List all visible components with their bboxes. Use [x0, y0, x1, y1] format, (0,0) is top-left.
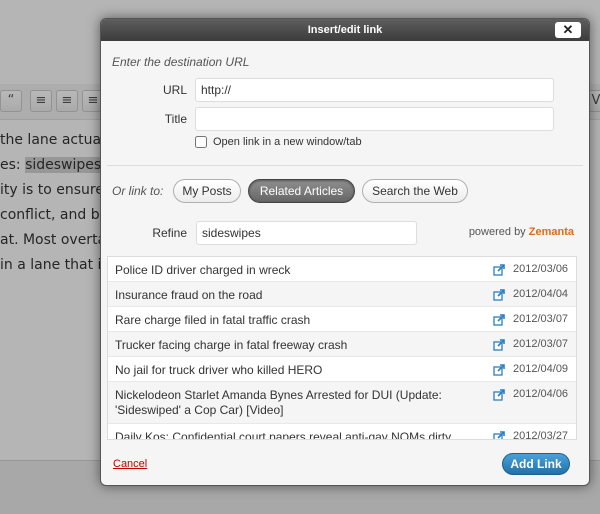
external-link-icon[interactable]	[493, 389, 505, 401]
result-date: 2012/03/07	[513, 313, 569, 325]
list-item[interactable]: Nickelodeon Starlet Amanda Bynes Arreste…	[108, 382, 576, 424]
close-icon[interactable]: ✕	[555, 22, 581, 38]
result-title: Nickelodeon Starlet Amanda Bynes Arreste…	[115, 388, 442, 417]
cancel-link[interactable]: Cancel	[113, 458, 147, 470]
related-articles-list[interactable]: Police ID driver charged in wreck 2012/03…	[107, 256, 577, 440]
zemanta-logo: Zemanta	[528, 226, 574, 238]
external-link-icon[interactable]	[493, 314, 505, 326]
open-new-window-checkbox[interactable]	[195, 136, 207, 148]
insert-link-dialog: Insert/edit link ✕ Enter the destination…	[100, 18, 590, 486]
result-title: Insurance fraud on the road	[115, 288, 263, 302]
powered-by: powered by Zemanta	[469, 226, 574, 238]
external-link-icon[interactable]	[493, 431, 505, 440]
external-link-icon[interactable]	[493, 289, 505, 301]
url-input[interactable]	[195, 78, 554, 102]
result-date: 2012/03/07	[513, 338, 569, 350]
open-new-window-label: Open link in a new window/tab	[213, 136, 362, 148]
add-link-button[interactable]: Add Link	[502, 453, 570, 475]
result-date: 2012/03/06	[513, 263, 569, 275]
powered-by-label: powered by	[468, 226, 526, 238]
result-title: Police ID driver charged in wreck	[115, 263, 291, 277]
result-title: Trucker facing charge in fatal freeway c…	[115, 338, 348, 352]
result-date: 2012/04/09	[513, 363, 569, 375]
open-new-window-row: Open link in a new window/tab	[195, 136, 362, 148]
url-label: URL	[162, 83, 187, 97]
dialog-titlebar: Insert/edit link ✕	[101, 19, 589, 41]
result-date: 2012/04/04	[513, 288, 569, 300]
tab-my-posts[interactable]: My Posts	[173, 179, 241, 203]
destination-label: Enter the destination URL	[112, 55, 250, 69]
refine-label: Refine	[152, 226, 187, 240]
list-item[interactable]: Police ID driver charged in wreck 2012/03…	[108, 257, 576, 282]
external-link-icon[interactable]	[493, 264, 505, 276]
or-link-label: Or link to:	[112, 184, 164, 198]
result-title: Daily Kos: Confidential court papers rev…	[115, 430, 452, 440]
dialog-title: Insert/edit link	[307, 24, 383, 36]
result-title: Rare charge filed in fatal traffic crash	[115, 313, 311, 327]
refine-input[interactable]	[196, 221, 417, 245]
tab-related-articles[interactable]: Related Articles	[248, 179, 355, 203]
result-date: 2012/03/27	[513, 430, 569, 440]
external-link-icon[interactable]	[493, 339, 505, 351]
title-input[interactable]	[195, 107, 554, 131]
tab-search-the-web[interactable]: Search the Web	[362, 179, 468, 203]
result-title: No jail for truck driver who killed HERO	[115, 363, 323, 377]
list-item[interactable]: Insurance fraud on the road 2012/04/04	[108, 282, 576, 307]
list-item[interactable]: Rare charge filed in fatal traffic crash…	[108, 307, 576, 332]
section-divider	[107, 165, 583, 166]
title-label: Title	[164, 112, 187, 126]
list-item[interactable]: No jail for truck driver who killed HERO…	[108, 357, 576, 382]
list-item[interactable]: Trucker facing charge in fatal freeway c…	[108, 332, 576, 357]
external-link-icon[interactable]	[493, 364, 505, 376]
list-item[interactable]: Daily Kos: Confidential court papers rev…	[108, 424, 576, 440]
result-date: 2012/04/06	[513, 388, 569, 400]
